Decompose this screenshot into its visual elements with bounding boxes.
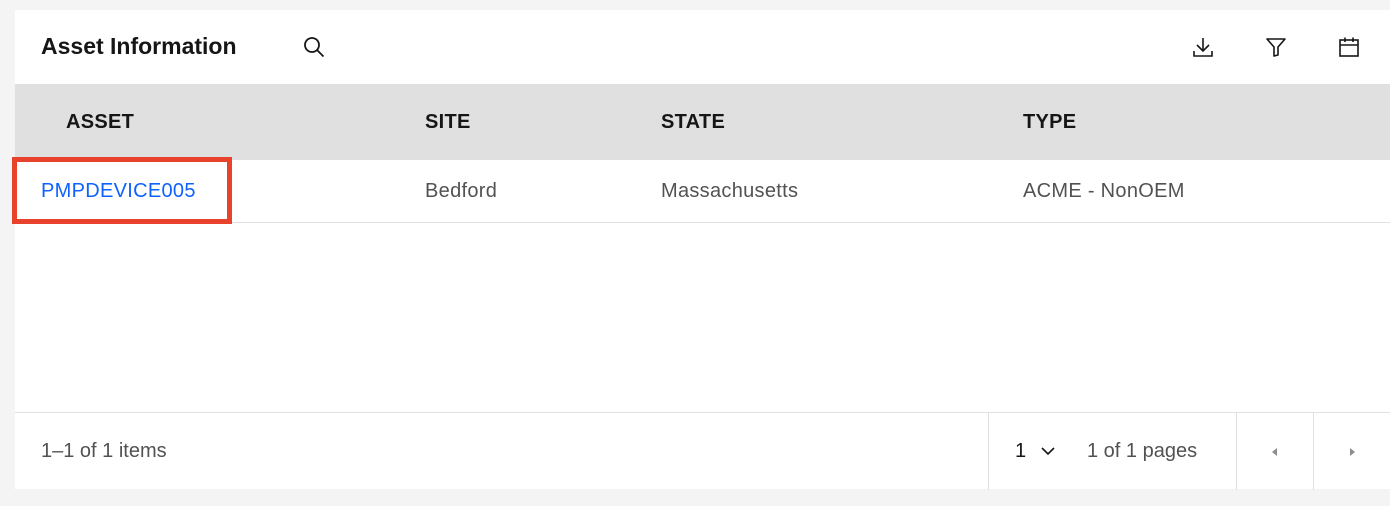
calendar-icon[interactable] — [1335, 33, 1363, 61]
table-header-row: ASSET SITE STATE TYPE — [15, 84, 1390, 160]
column-header-type[interactable]: TYPE — [1023, 84, 1076, 160]
page-select[interactable]: 1 1 of 1 pages — [988, 413, 1236, 490]
pagination-bar: 1–1 of 1 items 1 1 of 1 pages — [15, 412, 1390, 490]
pages-text: 1 of 1 pages — [1087, 440, 1198, 462]
caret-right-icon — [1350, 447, 1355, 456]
items-count: 1–1 of 1 items — [41, 440, 167, 462]
search-icon[interactable] — [300, 33, 328, 61]
previous-page-button[interactable] — [1236, 413, 1313, 490]
next-page-button[interactable] — [1313, 413, 1390, 490]
column-header-asset[interactable]: ASSET — [66, 84, 134, 160]
cell-site: Bedford — [425, 180, 498, 202]
cell-type: ACME - NonOEM — [1023, 180, 1185, 202]
table-title: Asset Information — [41, 33, 237, 59]
download-icon[interactable] — [1189, 33, 1217, 61]
caret-left-icon — [1272, 447, 1277, 456]
chevron-down-icon[interactable] — [1039, 442, 1057, 460]
filter-icon[interactable] — [1262, 33, 1290, 61]
column-header-site[interactable]: SITE — [425, 84, 471, 160]
table-toolbar: Asset Information — [15, 10, 1390, 84]
table-row: PMPDEVICE005 Bedford Massachusetts ACME … — [12, 157, 1390, 224]
asset-link[interactable]: PMPDEVICE005 — [41, 160, 196, 223]
current-page[interactable]: 1 — [1015, 413, 1026, 490]
asset-information-card: Asset Information ASSET SITE STATE TYPE … — [12, 10, 1390, 490]
column-header-state[interactable]: STATE — [661, 84, 725, 160]
cell-state: Massachusetts — [661, 180, 799, 202]
